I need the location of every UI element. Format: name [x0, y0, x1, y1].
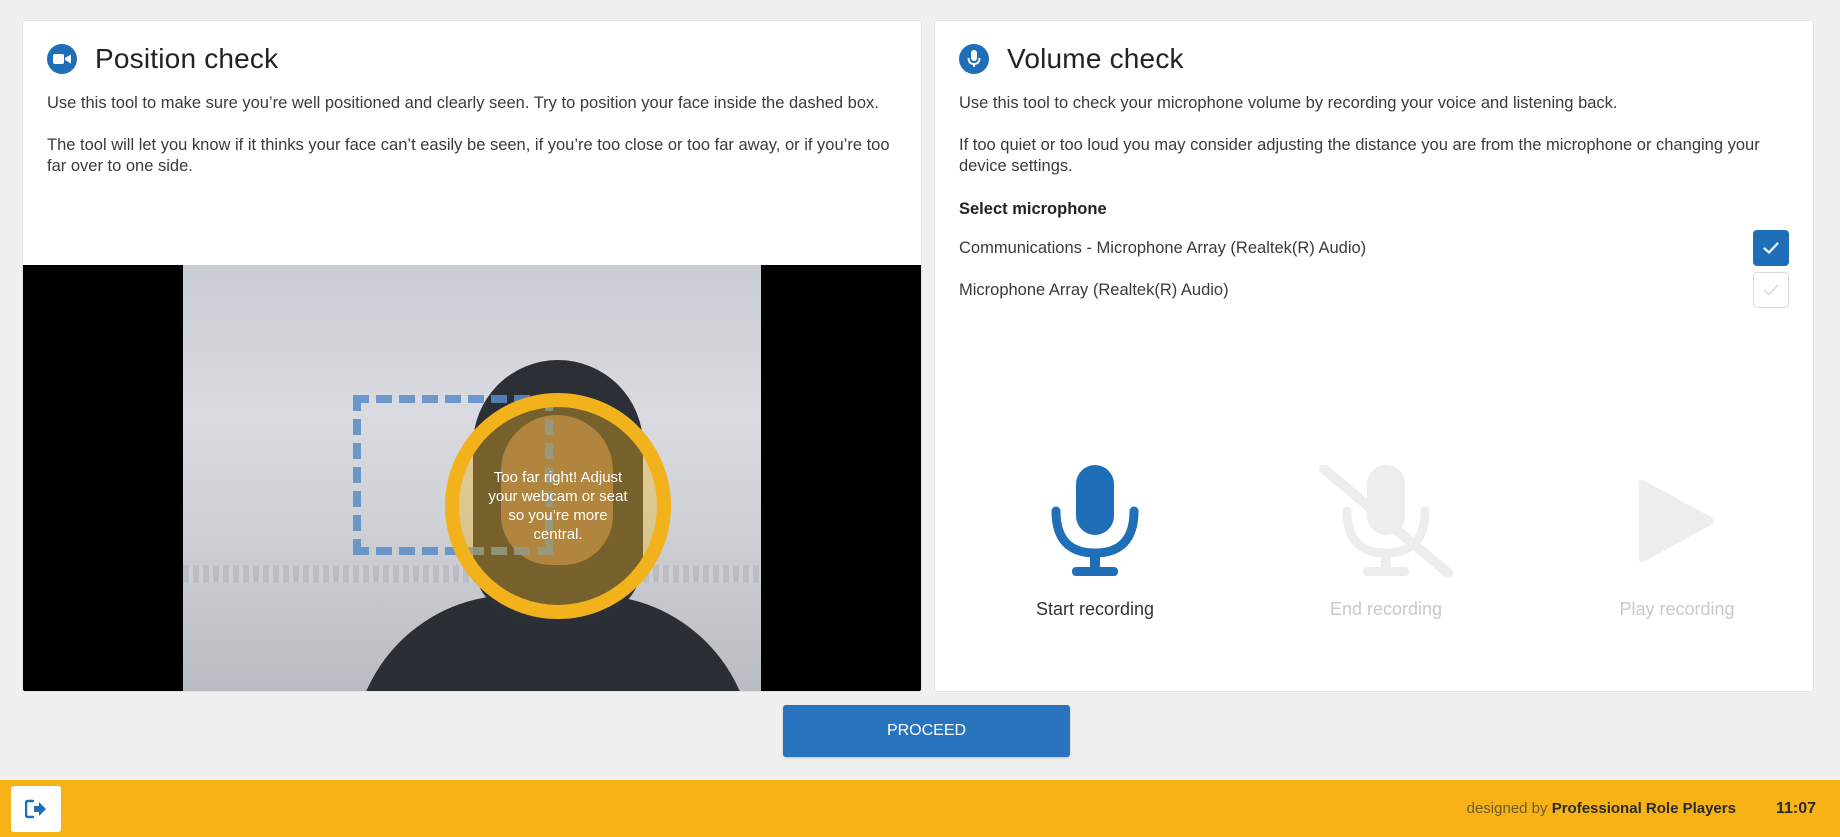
recording-controls: Start recording End recording Play recor… [935, 461, 1813, 620]
check-icon [1763, 284, 1779, 296]
play-recording-button[interactable]: Play recording [1577, 461, 1777, 620]
microphone-option[interactable]: Communications - Microphone Array (Realt… [935, 227, 1813, 269]
logout-icon [25, 799, 46, 818]
microphone-slash-icon [1286, 461, 1486, 581]
volume-check-title: Volume check [1007, 43, 1184, 74]
volume-check-description-2: If too quiet or too loud you may conside… [959, 136, 1760, 175]
volume-check-panel: Volume check Use this tool to check your… [934, 20, 1814, 692]
volume-check-header: Volume check [935, 21, 1813, 77]
footer-bar: designed by Professional Role Players 11… [0, 780, 1840, 837]
logout-button[interactable] [11, 785, 61, 832]
check-icon [1763, 242, 1779, 254]
microphone-icon [959, 44, 989, 74]
position-check-title: Position check [95, 43, 279, 74]
microphone-checkbox-selected[interactable] [1753, 230, 1789, 266]
microphone-option-label: Microphone Array (Realtek(R) Audio) [959, 280, 1229, 299]
play-recording-label: Play recording [1619, 599, 1735, 619]
designed-by-text: designed by [1466, 800, 1548, 817]
microphone-icon [995, 461, 1195, 581]
position-check-description: Use this tool to make sure you’re well p… [47, 94, 879, 112]
position-check-header: Position check [23, 21, 921, 77]
position-check-panel: Position check Use this tool to make sur… [22, 20, 922, 692]
start-recording-button[interactable]: Start recording [995, 461, 1195, 620]
clock-time: 11:07 [1775, 799, 1816, 817]
proceed-button[interactable]: PROCEED [783, 705, 1070, 757]
end-recording-label: End recording [1329, 599, 1443, 619]
microphone-checkbox-unselected[interactable] [1753, 272, 1789, 308]
select-microphone-label: Select microphone [959, 200, 1107, 218]
position-feedback-text: Too far right! Adjust your webcam or sea… [488, 469, 628, 543]
volume-check-description: Use this tool to check your microphone v… [959, 94, 1618, 112]
microphone-option[interactable]: Microphone Array (Realtek(R) Audio) [935, 269, 1813, 311]
play-icon [1577, 461, 1777, 581]
webcam-feed: Too far right! Adjust your webcam or sea… [183, 265, 761, 691]
video-camera-icon [47, 44, 77, 74]
footer-credit: designed by Professional Role Players [1467, 800, 1736, 817]
webcam-preview: Too far right! Adjust your webcam or sea… [23, 265, 921, 691]
face-detection-ring: Too far right! Adjust your webcam or sea… [445, 393, 671, 619]
brand-name: Professional Role Players [1551, 800, 1736, 817]
microphone-list: Communications - Microphone Array (Realt… [935, 227, 1813, 311]
end-recording-button[interactable]: End recording [1286, 461, 1486, 620]
position-check-description-2: The tool will let you know if it thinks … [47, 136, 890, 175]
start-recording-label: Start recording [1035, 599, 1155, 619]
microphone-option-label: Communications - Microphone Array (Realt… [959, 238, 1367, 257]
